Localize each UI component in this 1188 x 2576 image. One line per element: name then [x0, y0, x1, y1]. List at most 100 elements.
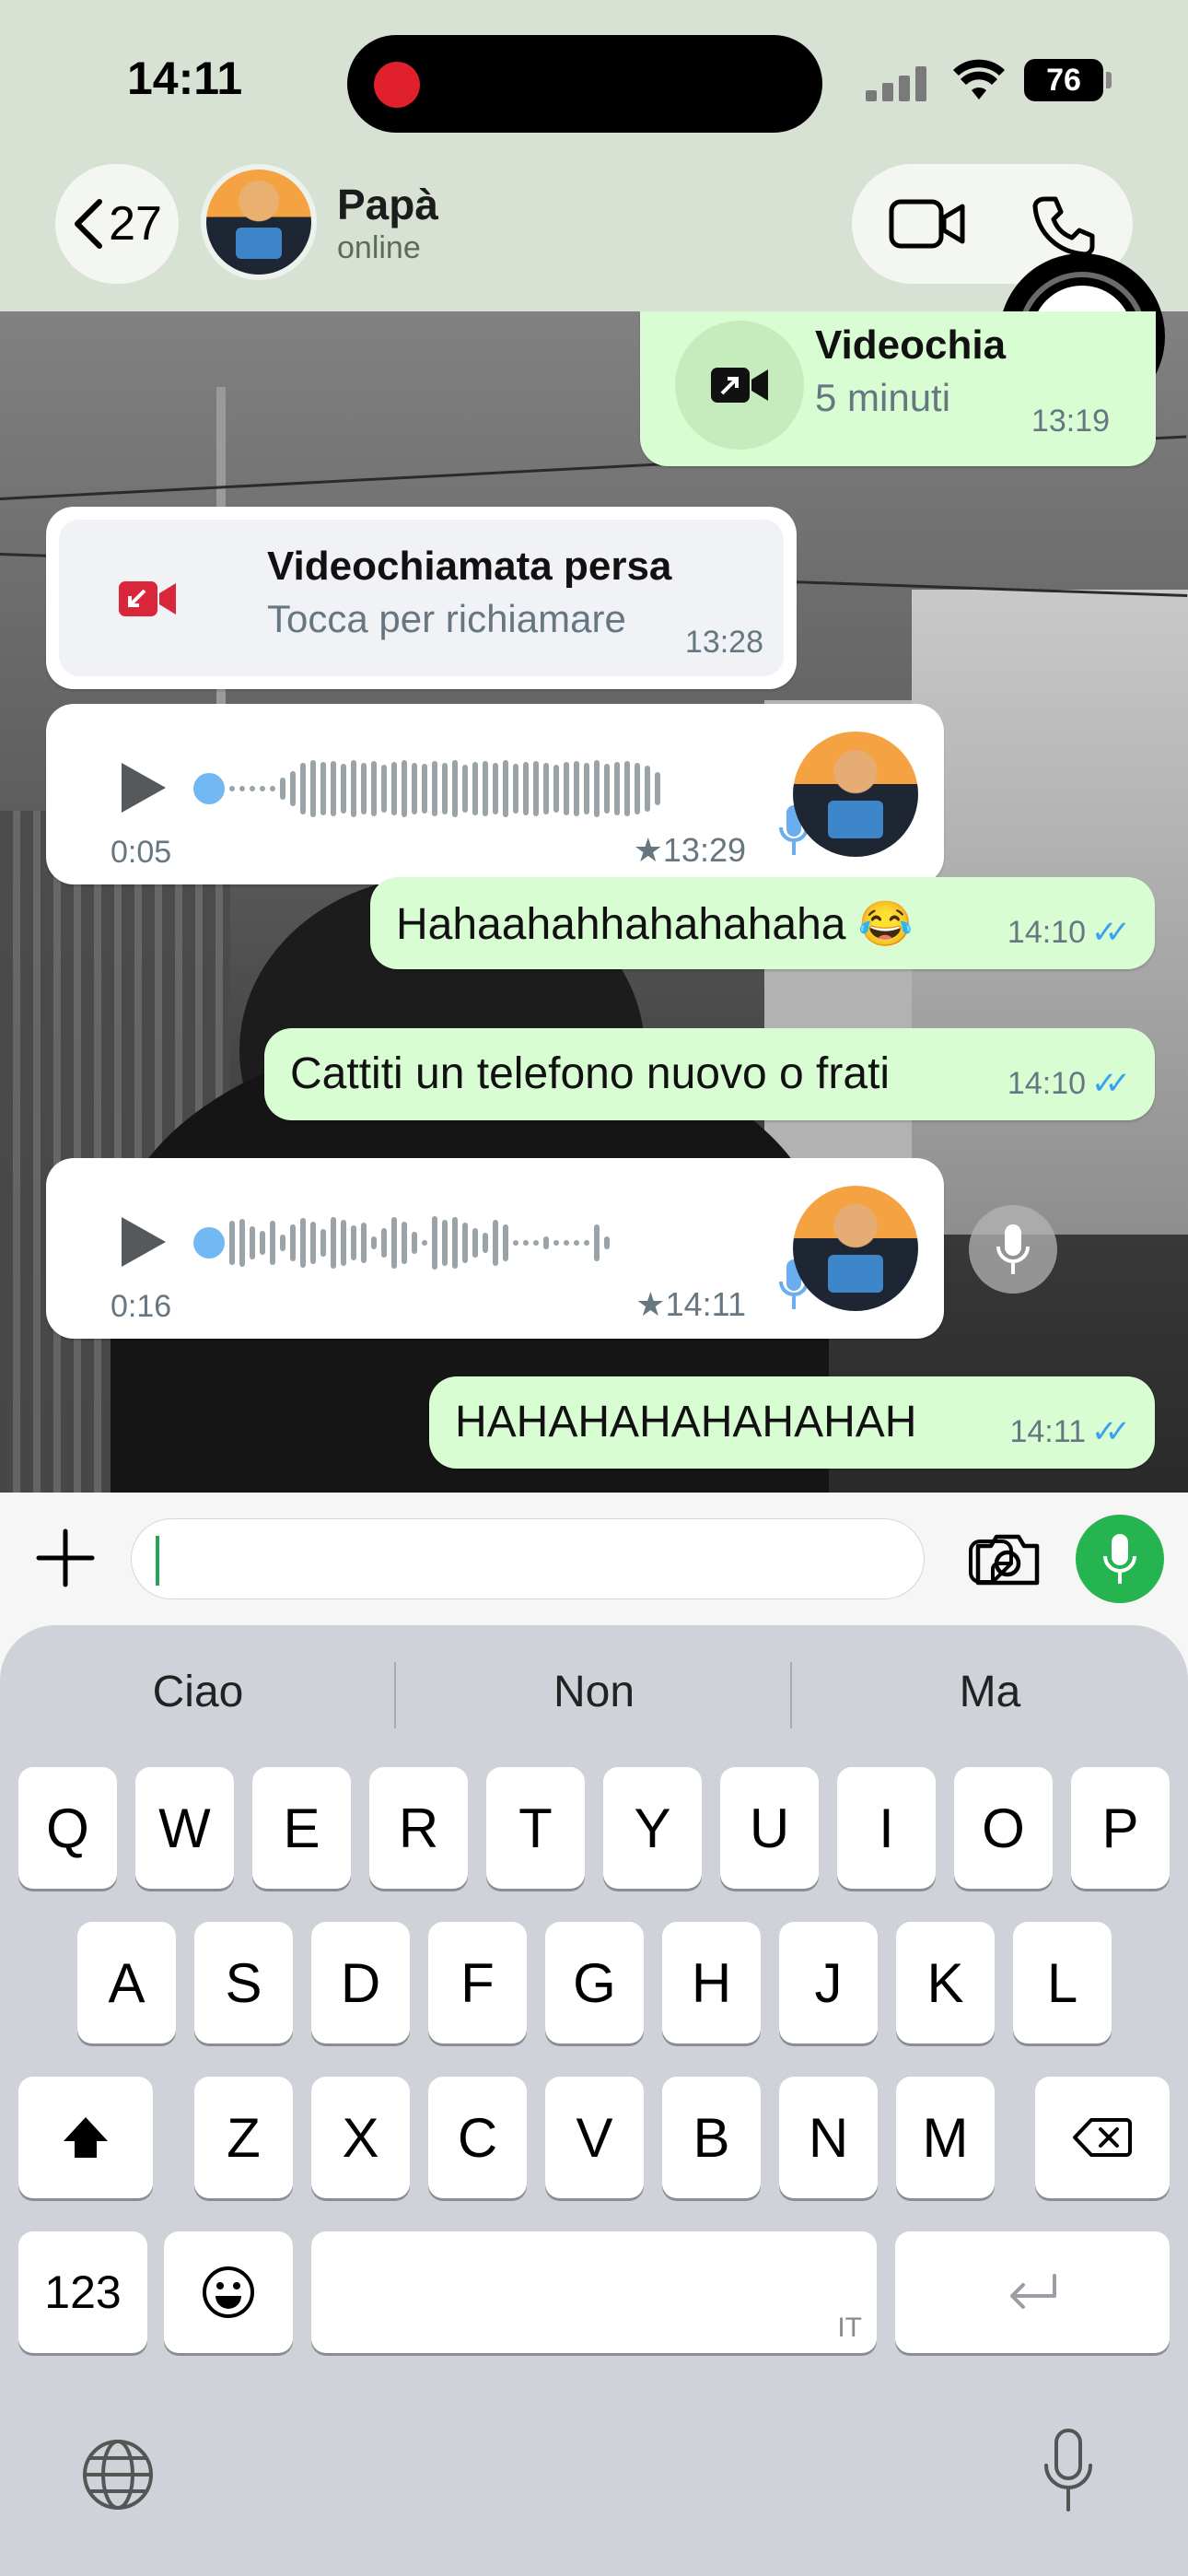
message-time: 14:11 [1009, 1413, 1087, 1449]
key-g[interactable]: G [545, 1922, 644, 2043]
emoji-key[interactable] [164, 2231, 293, 2353]
key-d[interactable]: D [311, 1922, 410, 2043]
voice-waveform[interactable] [193, 752, 792, 825]
header-bar: 14:11 76 27 Papà online [0, 0, 1188, 311]
key-i[interactable]: I [837, 1767, 936, 1889]
suggestion-2[interactable]: Non [396, 1667, 792, 1717]
sender-avatar [793, 732, 918, 857]
keyboard: Ciao Non Ma Q W E R T Y U I O P A S D F … [0, 1625, 1188, 2576]
microphone-icon [1103, 1534, 1136, 1584]
attach-plus-icon[interactable] [35, 1528, 96, 1588]
return-arrow-icon [1010, 2274, 1056, 2309]
key-j[interactable]: J [779, 1922, 878, 2043]
message-bubble[interactable]: Cattiti un telefono nuovo o frati 14:10 … [264, 1028, 1155, 1120]
space-key[interactable]: IT [311, 2231, 877, 2353]
key-t[interactable]: T [486, 1767, 585, 1889]
key-f[interactable]: F [428, 1922, 527, 2043]
key-l[interactable]: L [1013, 1922, 1112, 2043]
key-x[interactable]: X [311, 2077, 410, 2198]
missed-call-subtitle: Tocca per richiamare [267, 597, 626, 640]
missed-call-title: Videochiamata persa [267, 544, 672, 589]
message-time: 13:19 [1031, 404, 1110, 439]
key-u[interactable]: U [720, 1767, 819, 1889]
contact-name[interactable]: Papà [337, 180, 438, 229]
message-bubble[interactable]: HAHAHAHAHAHAHAH 14:11 ✓✓ [429, 1376, 1155, 1469]
emoji-smiley-icon [203, 2266, 254, 2318]
back-button[interactable]: 27 [55, 164, 179, 284]
message-time-starred: ★14:11 [635, 1285, 746, 1323]
message-time: 13:28 [684, 625, 763, 660]
key-a[interactable]: A [77, 1922, 176, 2043]
key-q[interactable]: Q [18, 1767, 117, 1889]
battery-indicator: 76 [1024, 59, 1103, 101]
numbers-key[interactable]: 123 [18, 2231, 147, 2353]
dictation-mic-icon[interactable] [1041, 2425, 1096, 2517]
voice-message: 0:05 ★13:29 [46, 704, 944, 884]
shift-key[interactable] [18, 2077, 153, 2198]
key-e[interactable]: E [252, 1767, 351, 1889]
message-meta: 14:11 ✓✓ [1009, 1413, 1131, 1450]
message-bubble[interactable]: Hahaahahhahahahaha 😂 14:10 ✓✓ [370, 877, 1155, 969]
contact-avatar[interactable] [201, 164, 317, 280]
text-caret [156, 1536, 159, 1586]
status-time: 14:11 [127, 53, 243, 104]
battery-tip [1106, 72, 1112, 88]
key-p[interactable]: P [1071, 1767, 1170, 1889]
star-icon: ★ [635, 1285, 666, 1323]
unread-count: 27 [109, 197, 162, 251]
video-call-duration: 5 minuti [815, 376, 951, 419]
read-ticks-icon: ✓✓ [1091, 1066, 1131, 1101]
message-meta: 14:10 ✓✓ [1007, 1065, 1131, 1102]
key-z[interactable]: Z [194, 2077, 293, 2198]
message-meta: 14:10 ✓✓ [1007, 914, 1131, 951]
dynamic-island [347, 35, 822, 133]
play-icon[interactable] [109, 755, 173, 820]
missed-video-call-icon [83, 544, 212, 654]
keyboard-language: IT [837, 2313, 862, 2343]
message-text: Cattiti un telefono nuovo o frati [290, 1049, 891, 1098]
globe-icon[interactable] [79, 2436, 157, 2513]
return-key[interactable] [895, 2231, 1170, 2353]
video-call-icon[interactable] [889, 197, 966, 251]
message-input[interactable] [131, 1518, 1013, 1599]
message-text: HAHAHAHAHAHAHAH [455, 1398, 917, 1446]
message-time-starred: ★13:29 [633, 831, 746, 869]
suggestion-3[interactable]: Ma [792, 1667, 1188, 1717]
outgoing-video-call-icon [675, 321, 804, 450]
star-icon: ★ [633, 831, 663, 869]
video-call-message[interactable]: Videochia 5 minuti 13:19 [640, 311, 1156, 466]
key-y[interactable]: Y [603, 1767, 702, 1889]
camera-icon[interactable] [973, 1529, 1042, 1588]
recording-indicator-icon [374, 62, 420, 108]
voice-message: 0:16 ★14:11 [46, 1158, 944, 1339]
voice-duration: 0:05 [111, 835, 172, 870]
voice-playback-mic-icon[interactable] [969, 1205, 1057, 1294]
key-c[interactable]: C [428, 2077, 527, 2198]
backspace-key[interactable] [1035, 2077, 1170, 2198]
key-b[interactable]: B [662, 2077, 761, 2198]
key-w[interactable]: W [135, 1767, 234, 1889]
cellular-signal-icon [866, 64, 930, 101]
phone-call-icon[interactable] [1031, 193, 1096, 258]
key-r[interactable]: R [369, 1767, 468, 1889]
key-s[interactable]: S [194, 1922, 293, 2043]
missed-video-call-message[interactable]: Videochiamata persa Tocca per richiamare… [46, 507, 797, 689]
backspace-icon [1073, 2118, 1132, 2157]
key-m[interactable]: M [896, 2077, 995, 2198]
shift-arrow-icon [64, 2117, 108, 2158]
message-text: Hahaahahhahahahaha 😂 [396, 900, 914, 949]
key-n[interactable]: N [779, 2077, 878, 2198]
play-icon[interactable] [109, 1210, 173, 1274]
key-k[interactable]: K [896, 1922, 995, 2043]
sender-avatar [793, 1186, 918, 1311]
message-composer [0, 1493, 1188, 1625]
read-ticks-icon: ✓✓ [1091, 1414, 1131, 1449]
key-h[interactable]: H [662, 1922, 761, 2043]
key-v[interactable]: V [545, 2077, 644, 2198]
message-time: 14:10 [1007, 914, 1087, 950]
key-o[interactable]: O [954, 1767, 1053, 1889]
voice-waveform[interactable] [193, 1206, 792, 1280]
message-time: 14:10 [1007, 1065, 1087, 1101]
record-voice-button[interactable] [1076, 1515, 1164, 1603]
suggestion-1[interactable]: Ciao [0, 1667, 396, 1717]
